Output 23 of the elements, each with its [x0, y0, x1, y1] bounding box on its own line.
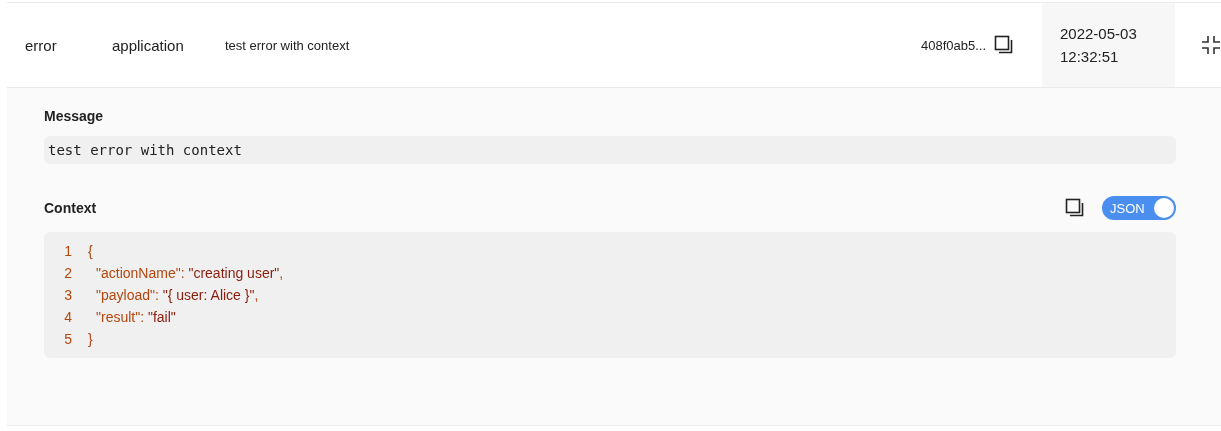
code-line: "result": "fail": [95, 309, 176, 325]
line-number: 2: [63, 265, 72, 281]
line-number: 5: [63, 331, 72, 347]
line-number: 3: [63, 287, 72, 303]
message-box: test error with context: [44, 136, 1176, 164]
line-number: 4: [63, 309, 72, 325]
section-label: Context: [44, 200, 97, 216]
code-line: "payload": "{ user: Alice }",: [95, 287, 259, 303]
line-number: 1: [63, 243, 72, 259]
section-label: Message: [44, 108, 105, 124]
id-cell: 408f0ab5...: [920, 37, 986, 53]
time-text: 12:32:51: [1060, 48, 1120, 65]
level-cell-text: error: [24, 36, 58, 54]
message-cell-text: test error with context: [225, 37, 351, 53]
collapse-button[interactable]: [1201, 35, 1221, 55]
code-line: "actionName": "creating user",: [95, 265, 284, 281]
source-cell-text: application: [112, 36, 185, 54]
code-line: }: [88, 331, 93, 347]
json-toggle[interactable]: JSON: [1102, 196, 1176, 220]
copy-icon[interactable]: [1065, 198, 1085, 218]
code-line: {: [88, 243, 93, 259]
date-text: 2022-05-03: [1060, 25, 1138, 42]
copy-icon[interactable]: [994, 35, 1014, 55]
